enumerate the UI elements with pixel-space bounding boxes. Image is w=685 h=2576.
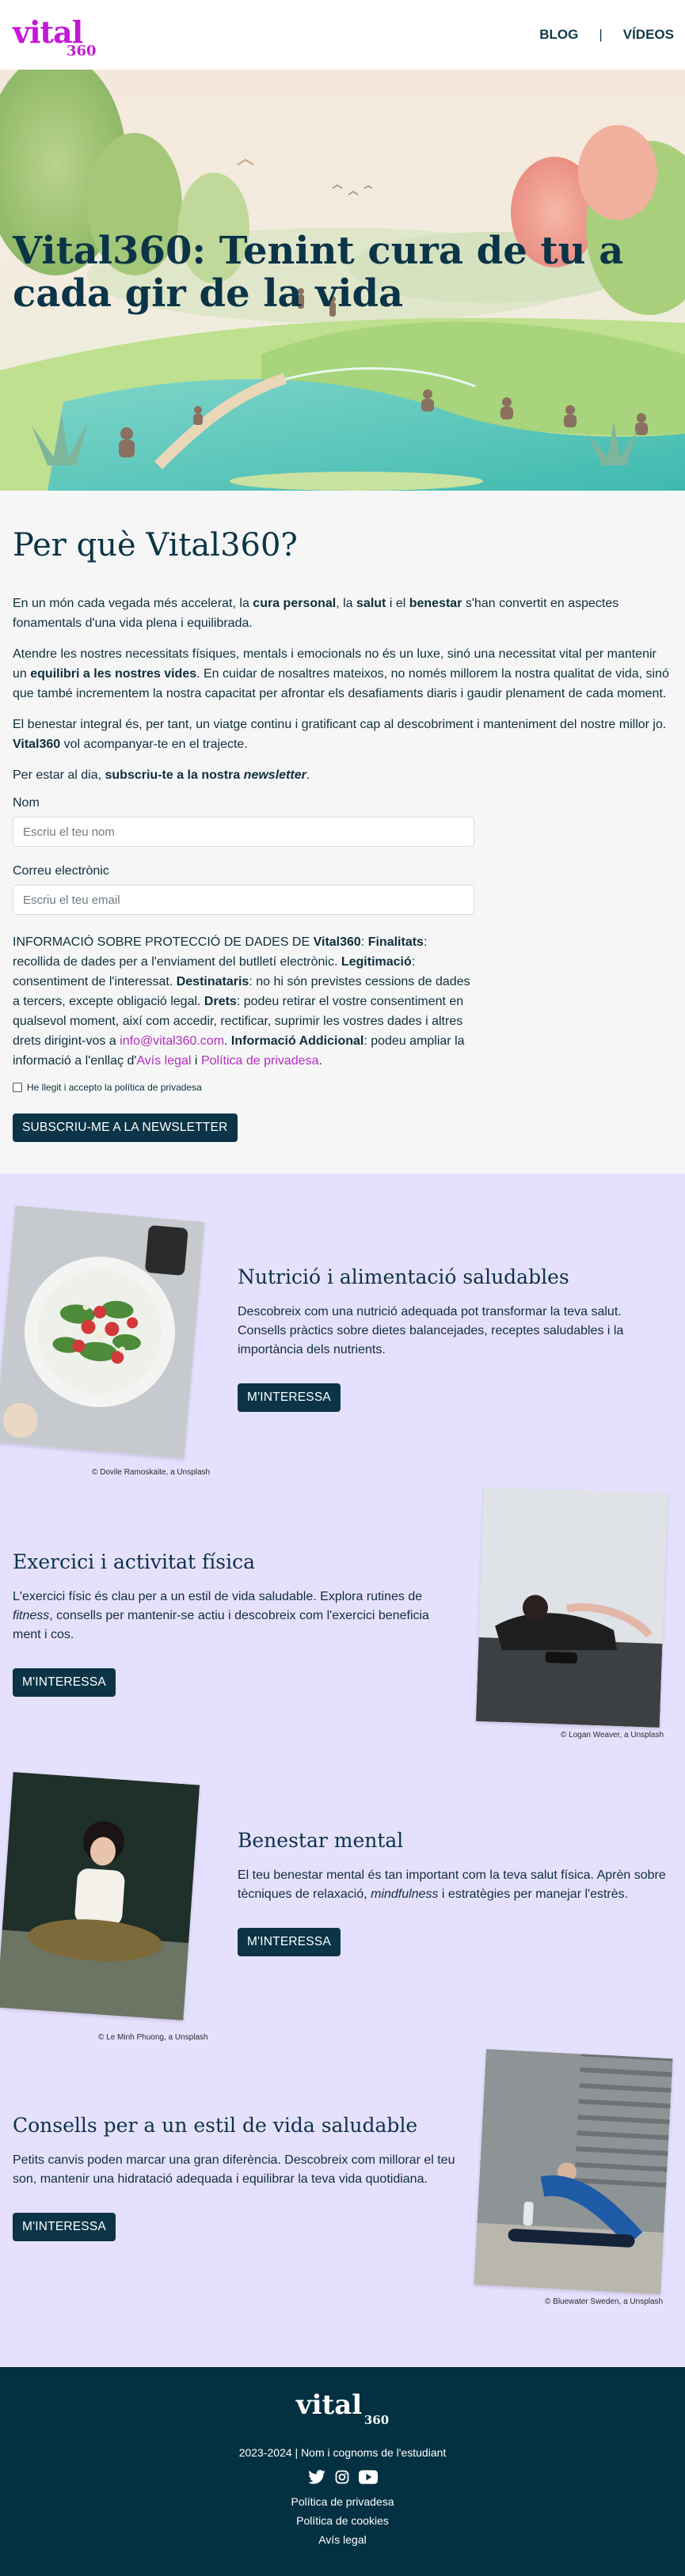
lifestyle-description: Petits canvis poden marcar una gran dife… xyxy=(13,2153,455,2186)
footer-privacy-link[interactable]: Política de privadesa xyxy=(0,2495,685,2508)
why-section: Per què Vital360? En un món cada vegada … xyxy=(0,491,685,1174)
topics-section: © Dovile Ramoskaite, a Unsplash Nutrició… xyxy=(0,1174,685,2367)
why-paragraph-3: El benestar integral és, per tant, un vi… xyxy=(13,718,667,751)
hero-title: Vital360: Tenint cura de tu a cada gir d… xyxy=(13,229,624,316)
lifestyle-title: Consells per a un estil de vida saludabl… xyxy=(13,2114,418,2137)
data-protection-notice: INFORMACIÓ SOBRE PROTECCIÓ DE DADES DE V… xyxy=(13,935,470,1068)
subscribe-button[interactable]: SUBSCRIU-ME A LA NEWSLETTER xyxy=(13,1113,238,1142)
mental-photo xyxy=(0,1772,200,2020)
nutrition-photo xyxy=(0,1205,205,1459)
mental-interest-button[interactable]: M'INTERESSA xyxy=(238,1928,341,1956)
footer-logo-word: vital xyxy=(295,2389,363,2421)
nutrition-title: Nutrició i alimentació saludables xyxy=(238,1265,569,1288)
why-title: Per què Vital360? xyxy=(13,527,298,563)
site-header: vital 360 BLOG | VÍDEOS xyxy=(0,0,685,70)
exercise-interest-button[interactable]: M'INTERESSA xyxy=(13,1668,116,1697)
why-paragraph-1: En un món cada vegada més accelerat, la … xyxy=(13,597,619,630)
mental-text: Benestar mental El teu benestar mental é… xyxy=(238,1829,669,1956)
site-logo[interactable]: vital 360 xyxy=(13,11,100,59)
why-paragraph-4: Per estar al dia, subscriu-te a la nostr… xyxy=(13,768,310,782)
mental-title: Benestar mental xyxy=(238,1829,404,1852)
topic-nutrition: © Dovile Ramoskaite, a Unsplash Nutrició… xyxy=(0,1202,685,1482)
exercise-photo xyxy=(475,1487,668,1728)
nav-blog-link[interactable]: BLOG xyxy=(539,27,578,43)
newsletter-form: Nom Escriu el teu nom Correu electrònic … xyxy=(13,796,672,1142)
lifestyle-photo xyxy=(474,2049,673,2294)
twitter-icon[interactable] xyxy=(307,2470,325,2484)
name-input[interactable]: Escriu el teu nom xyxy=(13,817,474,847)
exercise-text: Exercici i activitat física L'exercici f… xyxy=(13,1550,456,1697)
lifestyle-photo-credit: © Bluewater Sweden, a Unsplash xyxy=(545,2297,664,2306)
hero-banner: Vital360: Tenint cura de tu a cada gir d… xyxy=(0,70,685,491)
topic-lifestyle: Consells per a un estil de vida saludabl… xyxy=(0,2043,685,2323)
lifestyle-text: Consells per a un estil de vida saludabl… xyxy=(13,2114,456,2241)
nav-videos-link[interactable]: VÍDEOS xyxy=(623,27,674,43)
exercise-title: Exercici i activitat física xyxy=(13,1550,255,1573)
footer-cookies-link[interactable]: Política de cookies xyxy=(0,2514,685,2527)
logo-number: 360 xyxy=(67,43,97,59)
exercise-photo-credit: © Logan Weaver, a Unsplash xyxy=(561,1731,664,1739)
footer-logo-number: 360 xyxy=(363,2413,390,2427)
main-nav: BLOG | VÍDEOS xyxy=(539,27,674,43)
name-label: Nom xyxy=(13,796,40,810)
email-link[interactable]: info@vital360.com xyxy=(120,1034,224,1048)
email-label: Correu electrònic xyxy=(13,864,109,878)
email-input[interactable]: Escriu el teu email xyxy=(13,885,474,915)
lifestyle-interest-button[interactable]: M'INTERESSA xyxy=(13,2213,116,2241)
topic-exercise: Exercici i activitat física L'exercici f… xyxy=(0,1482,685,1762)
nutrition-interest-button[interactable]: M'INTERESSA xyxy=(238,1383,341,1412)
privacy-consent-row[interactable]: He llegit i accepto la política de priva… xyxy=(13,1082,672,1093)
social-links xyxy=(0,2470,685,2484)
topic-mental: © Le Minh Phuong, a Unsplash Benestar me… xyxy=(0,1762,685,2043)
instagram-icon[interactable] xyxy=(335,2470,349,2484)
why-paragraph-2: Atendre les nostres necessitats físiques… xyxy=(13,647,669,700)
footer-legal-link[interactable]: Avís legal xyxy=(0,2533,685,2546)
nutrition-text: Nutrició i alimentació saludables Descob… xyxy=(238,1265,669,1412)
footer-logo[interactable]: vital 360 xyxy=(295,2389,389,2427)
privacy-checkbox-label: He llegit i accepto la política de priva… xyxy=(27,1082,202,1093)
exercise-description: L'exercici físic és clau per a un estil … xyxy=(13,1590,429,1641)
site-footer: vital 360 2023-2024 | Nom i cognoms de l'… xyxy=(0,2367,685,2576)
youtube-icon[interactable] xyxy=(358,2470,378,2484)
mental-description: El teu benestar mental és tan important … xyxy=(238,1868,666,1901)
mental-photo-credit: © Le Minh Phuong, a Unsplash xyxy=(98,2033,208,2042)
nutrition-photo-credit: © Dovile Ramoskaite, a Unsplash xyxy=(92,1468,211,1477)
privacy-policy-link[interactable]: Política de privadesa xyxy=(201,1054,319,1068)
nutrition-description: Descobreix com una nutrició adequada pot… xyxy=(238,1305,624,1356)
privacy-checkbox[interactable] xyxy=(13,1083,22,1092)
nav-separator: | xyxy=(599,27,603,42)
footer-copyright: 2023-2024 | Nom i cognoms de l'estudiant xyxy=(238,2446,447,2459)
legal-notice-link[interactable]: Avís legal xyxy=(136,1054,191,1068)
